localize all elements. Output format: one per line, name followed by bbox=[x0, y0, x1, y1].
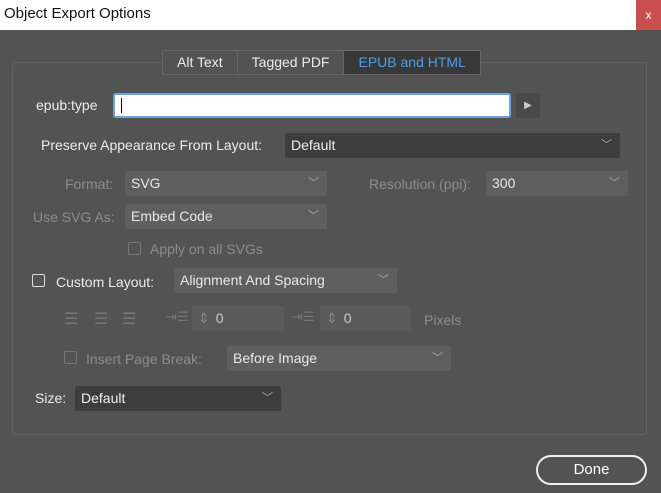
preserve-value: Default bbox=[291, 137, 336, 153]
epub-type-menu-button[interactable]: ▶ bbox=[516, 93, 540, 118]
play-arrow-icon: ▶ bbox=[524, 100, 532, 111]
space-before-value: 0 bbox=[215, 310, 224, 326]
space-after-stepper[interactable]: ⇕ 0 bbox=[320, 306, 411, 331]
page-break-label: Insert Page Break: bbox=[86, 351, 202, 367]
done-button[interactable]: Done bbox=[536, 455, 647, 485]
format-dropdown[interactable]: SVG ﹀ bbox=[125, 171, 327, 196]
align-right-icon[interactable]: ☰ bbox=[122, 309, 136, 329]
size-value: Default bbox=[81, 390, 126, 406]
custom-layout-dropdown[interactable]: Alignment And Spacing ﹀ bbox=[174, 268, 397, 293]
apply-all-checkbox[interactable] bbox=[128, 242, 141, 255]
size-dropdown[interactable]: Default ﹀ bbox=[75, 386, 281, 411]
space-before-icon: ⇥☰ bbox=[166, 309, 189, 324]
chevron-down-icon: ﹀ bbox=[432, 352, 443, 364]
window-title: Object Export Options bbox=[4, 5, 151, 22]
resolution-label: Resolution (ppi): bbox=[369, 176, 471, 192]
text-caret bbox=[121, 98, 122, 113]
chevron-down-icon: ﹀ bbox=[262, 392, 273, 404]
size-label: Size: bbox=[35, 390, 67, 406]
resolution-value: 300 bbox=[492, 175, 516, 191]
align-center-icon[interactable]: ☰ bbox=[94, 309, 108, 329]
pixels-unit-label: Pixels bbox=[424, 312, 462, 328]
use-svg-value: Embed Code bbox=[131, 208, 213, 224]
title-bar: Object Export Options x bbox=[0, 0, 661, 30]
chevron-down-icon: ﹀ bbox=[601, 139, 612, 151]
use-svg-dropdown[interactable]: Embed Code ﹀ bbox=[125, 204, 327, 229]
apply-all-label: Apply on all SVGs bbox=[150, 241, 263, 257]
tab-tagged-pdf[interactable]: Tagged PDF bbox=[238, 51, 345, 74]
stepper-arrows-icon[interactable]: ⇕ bbox=[320, 310, 344, 326]
custom-layout-checkbox[interactable] bbox=[32, 274, 45, 287]
stepper-arrows-icon[interactable]: ⇕ bbox=[192, 310, 216, 326]
format-value: SVG bbox=[131, 175, 161, 191]
resolution-dropdown[interactable]: 300 ﹀ bbox=[486, 171, 628, 196]
use-svg-label: Use SVG As: bbox=[33, 209, 115, 225]
preserve-dropdown[interactable]: Default ﹀ bbox=[285, 133, 620, 158]
preserve-label: Preserve Appearance From Layout: bbox=[41, 137, 263, 153]
page-break-dropdown[interactable]: Before Image ﹀ bbox=[227, 346, 451, 371]
chevron-down-icon: ﹀ bbox=[609, 177, 620, 189]
epub-type-input[interactable] bbox=[113, 93, 511, 118]
custom-layout-value: Alignment And Spacing bbox=[180, 272, 325, 288]
tab-alt-text[interactable]: Alt Text bbox=[163, 51, 238, 74]
tab-bar: Alt Text Tagged PDF EPUB and HTML bbox=[162, 50, 481, 75]
chevron-down-icon: ﹀ bbox=[308, 210, 319, 222]
space-before-stepper[interactable]: ⇕ 0 bbox=[192, 306, 284, 331]
page-break-checkbox[interactable] bbox=[64, 351, 77, 364]
custom-layout-label: Custom Layout: bbox=[56, 274, 155, 290]
align-left-icon[interactable]: ☰ bbox=[64, 309, 78, 329]
close-button[interactable]: x bbox=[636, 0, 661, 30]
chevron-down-icon: ﹀ bbox=[378, 274, 389, 286]
epub-type-label: epub:type bbox=[36, 97, 98, 113]
tab-epub-html[interactable]: EPUB and HTML bbox=[344, 51, 480, 74]
space-after-value: 0 bbox=[343, 310, 352, 326]
chevron-down-icon: ﹀ bbox=[308, 177, 319, 189]
page-break-value: Before Image bbox=[233, 350, 318, 366]
space-after-icon: ⇥☰ bbox=[292, 309, 315, 324]
format-label: Format: bbox=[65, 176, 114, 192]
